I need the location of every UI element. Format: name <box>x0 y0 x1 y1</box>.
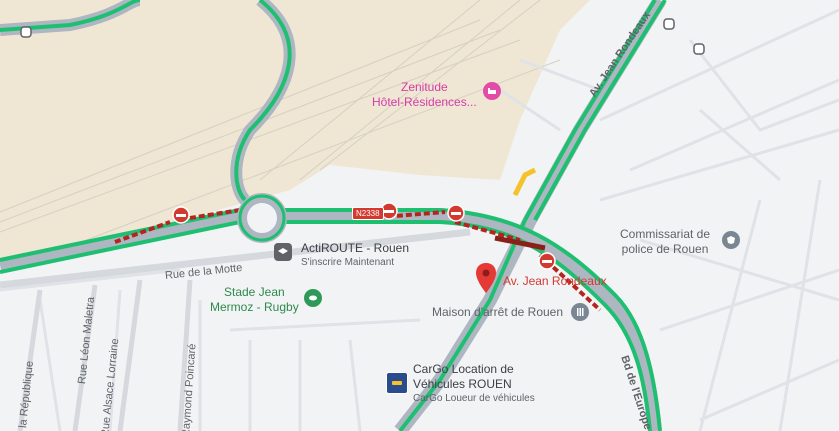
poi-cargo-line1: CarGo Location de <box>413 362 514 376</box>
location-pin-icon[interactable] <box>476 263 496 298</box>
poi-zenitude-line1: Zenitude <box>401 80 448 94</box>
poi-stade-line2: Mermoz - Rugby <box>210 300 299 314</box>
poi-cargo-label[interactable]: CarGo Location de Véhicules ROUEN CarGo … <box>413 362 535 405</box>
prison-icon[interactable] <box>571 303 589 321</box>
poi-stade-line1: Stade Jean <box>223 285 285 299</box>
poi-zenitude-line2: Hôtel-Résidences... <box>372 95 477 109</box>
hotel-icon[interactable] <box>483 82 501 100</box>
poi-actiroute-label[interactable]: ActiROUTE - Rouen S'inscrire Maintenant <box>301 241 409 269</box>
poi-commissariat-line1: Commissariat de <box>620 227 711 241</box>
poi-commissariat-line2: police de Rouen <box>621 242 709 256</box>
roundabout <box>237 193 287 243</box>
poi-actiroute-name: ActiROUTE - Rouen <box>301 241 410 255</box>
route-shield-n2338: N2338 <box>352 207 384 220</box>
selected-place-label[interactable]: Av. Jean Rondeaux <box>503 274 607 288</box>
poi-maison-arret-label[interactable]: Maison d'arrêt de Rouen <box>432 305 563 320</box>
car-rental-icon[interactable] <box>386 372 408 394</box>
map-view[interactable]: N2338 Av. Jean Rondeaux Rue de la Motte … <box>0 0 839 431</box>
poi-commissariat-label[interactable]: Commissariat de police de Rouen <box>620 227 710 257</box>
poi-cargo-line2: Véhicules ROUEN <box>413 377 512 391</box>
poi-zenitude-label[interactable]: Zenitude Hôtel-Résidences... <box>372 80 477 110</box>
poi-cargo-subtitle: CarGo Loueur de véhicules <box>413 393 535 404</box>
police-icon[interactable] <box>722 231 740 249</box>
rugby-icon[interactable] <box>304 289 322 307</box>
poi-actiroute-subtitle: S'inscrire Maintenant <box>301 257 395 268</box>
school-icon[interactable] <box>274 243 292 261</box>
poi-stade-label[interactable]: Stade Jean Mermoz - Rugby <box>210 285 299 315</box>
